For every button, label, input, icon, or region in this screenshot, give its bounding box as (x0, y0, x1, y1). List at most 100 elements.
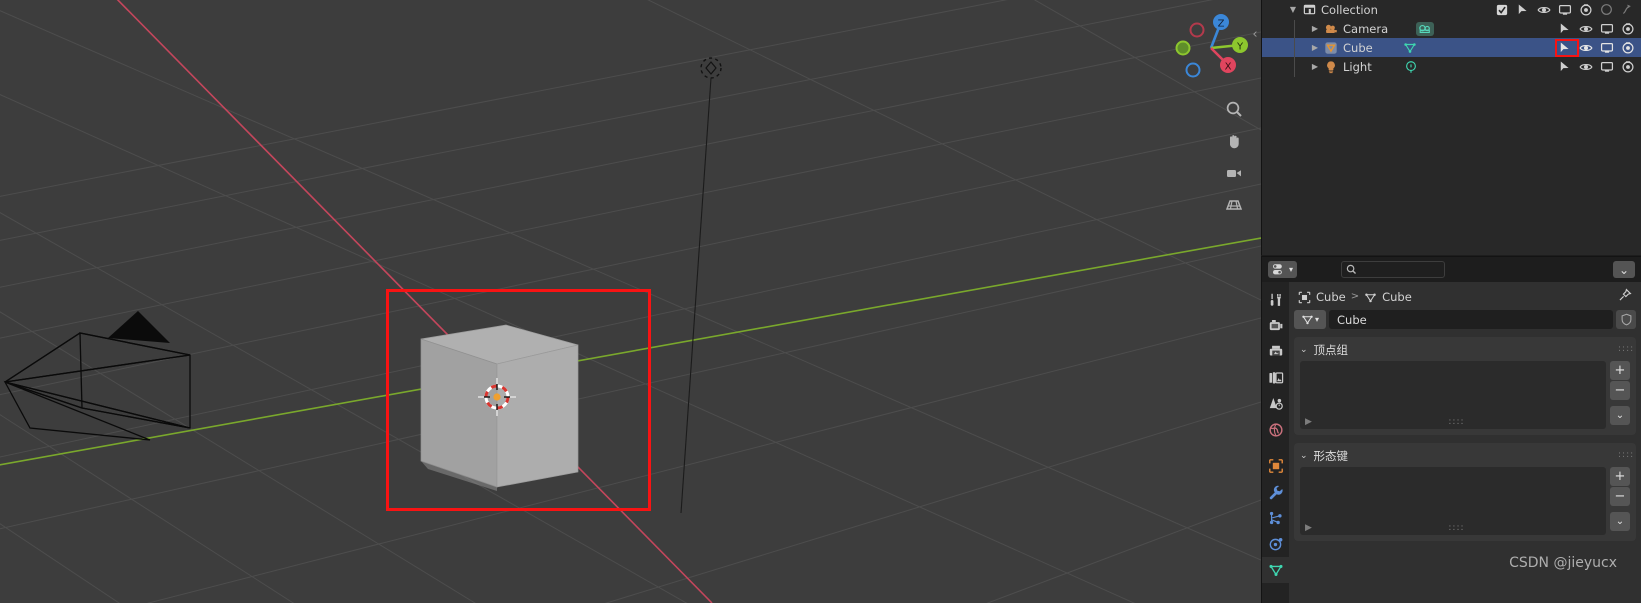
search-input[interactable] (1341, 261, 1446, 278)
collection-icon (1300, 3, 1318, 16)
tab-tool[interactable] (1262, 287, 1289, 313)
panel-shape-keys: ⌄ 形态键 :::: ▶ :::: + − ⌄ (1294, 443, 1636, 541)
outliner-restrict-collection (1492, 0, 1637, 19)
mesh-object-icon (1322, 41, 1340, 55)
pin-icon[interactable] (1618, 288, 1632, 305)
screen-icon[interactable] (1597, 57, 1616, 76)
outliner-label-camera: Camera (1343, 21, 1389, 36)
add-vertex-group-button[interactable]: + (1610, 361, 1630, 380)
datablock-type-button[interactable]: ▾ (1294, 310, 1326, 329)
screen-icon[interactable] (1597, 19, 1616, 38)
resize-grip[interactable]: :::: (1448, 417, 1464, 427)
gizmo-label-x: X (1225, 62, 1232, 73)
panel-header-vertex-groups[interactable]: ⌄ 顶点组 :::: (1294, 340, 1636, 359)
eye-icon[interactable] (1576, 57, 1595, 76)
resize-grip[interactable]: :::: (1448, 523, 1464, 533)
tab-particles[interactable] (1262, 505, 1289, 531)
vertex-groups-list[interactable]: ▶ :::: (1300, 361, 1606, 429)
object-icon (1298, 290, 1311, 304)
chevron-down-icon: ⌄ (1300, 344, 1308, 355)
breadcrumb-data-label[interactable]: Cube (1382, 290, 1412, 304)
panel-title-shape-keys: 形态键 (1313, 448, 1349, 463)
camera-object-icon (1322, 22, 1340, 36)
disclosure-triangle-cube[interactable]: ▶ (1308, 43, 1322, 52)
disclosure-triangle-light[interactable]: ▶ (1308, 62, 1322, 71)
breadcrumb-object-label[interactable]: Cube (1316, 290, 1346, 304)
add-shape-key-button[interactable]: + (1610, 467, 1630, 486)
disclosure-triangle-camera[interactable]: ▶ (1308, 24, 1322, 33)
screen-icon[interactable] (1555, 0, 1574, 19)
expand-arrow-icon[interactable]: ▶ (1305, 523, 1312, 533)
viewport-tool-strip (1221, 96, 1247, 218)
select-arrow-icon[interactable] (1555, 38, 1574, 57)
disclosure-triangle-collection[interactable]: ▼ (1286, 5, 1300, 14)
tab-modifiers[interactable] (1262, 479, 1289, 505)
select-arrow-icon[interactable] (1555, 19, 1574, 38)
holdout-icon[interactable] (1597, 0, 1616, 19)
shape-keys-list[interactable]: ▶ :::: (1300, 467, 1606, 535)
properties-content: Cube > Cube ▾ Cube ⌄ 顶点组:::: ▶:::: + −… (1289, 282, 1641, 603)
perspective-icon[interactable] (1221, 192, 1247, 218)
chevron-down-icon: ▾ (1314, 315, 1319, 324)
select-arrow-icon[interactable] (1555, 57, 1574, 76)
expand-arrow-icon[interactable]: ▶ (1305, 417, 1312, 427)
outliner-label-light: Light (1343, 59, 1372, 74)
3d-viewport[interactable]: Z Y X ‹ (0, 0, 1261, 603)
camera-icon[interactable] (1618, 38, 1637, 57)
outliner-row-collection[interactable]: ▼ Collection (1262, 0, 1641, 19)
camera-icon[interactable] (1618, 19, 1637, 38)
camera-icon[interactable] (1618, 57, 1637, 76)
vertex-groups-list-footer: ▶ :::: (1300, 415, 1606, 429)
eye-icon[interactable] (1576, 38, 1595, 57)
panel-vertex-groups: ⌄ 顶点组 :::: ▶ :::: + − ⌄ (1294, 337, 1636, 435)
tab-view-layer[interactable] (1262, 365, 1289, 391)
outliner-row-cube[interactable]: ▶ Cube (1262, 38, 1641, 57)
properties-editor[interactable]: ▾ ⌄ Cube > Cube ▾ Cube ⌄ 顶点组:::: ▶::::… (1261, 256, 1641, 603)
hand-icon[interactable] (1221, 128, 1247, 154)
mesh-data-icon[interactable] (1403, 41, 1417, 55)
editor-type-button[interactable]: ▾ (1268, 261, 1298, 278)
viewport-grid (0, 0, 1261, 603)
tab-physics[interactable] (1262, 531, 1289, 557)
shield-icon[interactable] (1616, 310, 1636, 329)
outliner-row-camera[interactable]: ▶ Camera (1262, 19, 1641, 38)
outliner-restrict-light (1555, 57, 1637, 76)
checkbox-collection-exclude[interactable] (1492, 0, 1511, 19)
camera-data-icon[interactable] (1416, 21, 1435, 36)
eye-icon[interactable] (1534, 0, 1553, 19)
breadcrumb: Cube > Cube (1294, 286, 1636, 307)
tab-object[interactable] (1262, 453, 1289, 479)
outliner-restrict-cube (1555, 38, 1637, 57)
outliner[interactable]: ▼ Collection ▶ Camera ▶ Cube ▶ Light (1261, 0, 1641, 255)
datablock-row: ▾ Cube (1294, 310, 1636, 329)
panel-header-shape-keys[interactable]: ⌄ 形态键 :::: (1294, 446, 1636, 465)
light-data-icon[interactable] (1404, 60, 1418, 74)
shape-key-specials-button[interactable]: ⌄ (1610, 512, 1630, 531)
tab-object-data[interactable] (1262, 557, 1289, 583)
panel-grip[interactable]: :::: (1618, 451, 1633, 460)
sidebar-collapse-arrow[interactable]: ‹ (1249, 20, 1261, 48)
camera-icon[interactable] (1576, 0, 1595, 19)
camera-view-icon[interactable] (1221, 160, 1247, 186)
remove-shape-key-button[interactable]: − (1610, 487, 1630, 506)
select-arrow-icon[interactable] (1513, 0, 1532, 19)
vertex-group-specials-button[interactable]: ⌄ (1610, 406, 1630, 425)
tab-render[interactable] (1262, 313, 1289, 339)
filter-options-button[interactable]: ⌄ (1613, 261, 1635, 278)
chevron-down-icon: ⌄ (1618, 262, 1630, 277)
outliner-row-light[interactable]: ▶ Light (1262, 57, 1641, 76)
screen-icon[interactable] (1597, 38, 1616, 57)
remove-vertex-group-button[interactable]: − (1610, 381, 1630, 400)
tab-world[interactable] (1262, 417, 1289, 443)
indirect-only-icon[interactable] (1618, 0, 1637, 19)
zoom-icon[interactable] (1221, 96, 1247, 122)
tab-scene[interactable] (1262, 391, 1289, 417)
panel-grip[interactable]: :::: (1618, 345, 1633, 354)
gizmo-label-z: Z (1218, 19, 1225, 30)
datablock-name-input[interactable]: Cube (1329, 310, 1613, 329)
light-object-icon (1322, 60, 1340, 74)
navigation-gizmo[interactable]: Z Y X (1171, 8, 1251, 88)
mesh-data-icon (1364, 290, 1377, 304)
tab-output[interactable] (1262, 339, 1289, 365)
eye-icon[interactable] (1576, 19, 1595, 38)
